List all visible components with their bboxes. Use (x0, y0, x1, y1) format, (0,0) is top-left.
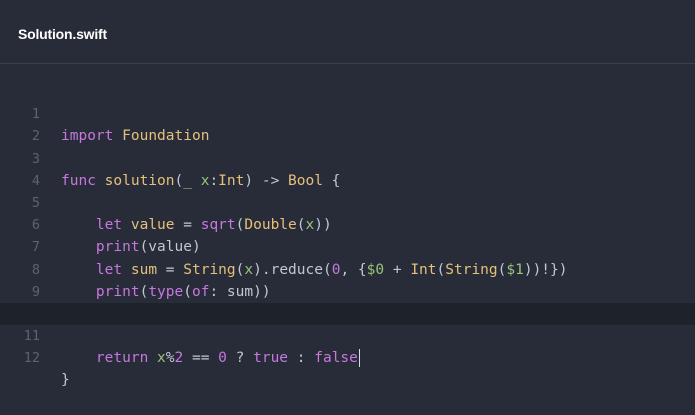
code-line[interactable]: 9 print("\(x) / \(sum) = \(x%sum)") (0, 259, 695, 322)
file-header: Solution.swift (0, 0, 695, 64)
code-lines[interactable]: 1 import Foundation 2 3 func solution(_ … (0, 81, 695, 388)
code-line[interactable]: 10 (0, 281, 695, 322)
code-text[interactable]: } (61, 369, 70, 391)
code-line[interactable]: 7 let sum = String(x).reduce(0, {$0 + In… (0, 214, 695, 277)
code-editor-window: Solution.swift 1 import Foundation 2 3 f… (0, 0, 695, 415)
code-line[interactable]: 3 func solution(_ x:Int) -> Bool { (0, 125, 695, 189)
code-line[interactable]: 5 let value = sqrt(Double(x)) (0, 170, 695, 233)
code-line[interactable]: 4 (0, 148, 695, 189)
file-name: Solution.swift (18, 26, 107, 42)
code-line-active[interactable]: 11 return x%2 == 0 ? true : false (0, 302, 695, 368)
line-number: 12 (23, 350, 40, 367)
text-cursor (358, 349, 360, 368)
code-line[interactable]: 2 (0, 103, 695, 144)
code-text[interactable]: return x%2 == 0 ? true : false (61, 347, 360, 369)
code-line[interactable]: 6 print(value) (0, 192, 695, 255)
code-editor[interactable]: 1 import Foundation 2 3 func solution(_ … (0, 64, 695, 415)
code-line[interactable]: 8 print(type(of: sum)) (0, 236, 695, 300)
code-line[interactable]: 12 } (0, 325, 695, 388)
code-line[interactable]: 1 import Foundation (0, 81, 695, 144)
